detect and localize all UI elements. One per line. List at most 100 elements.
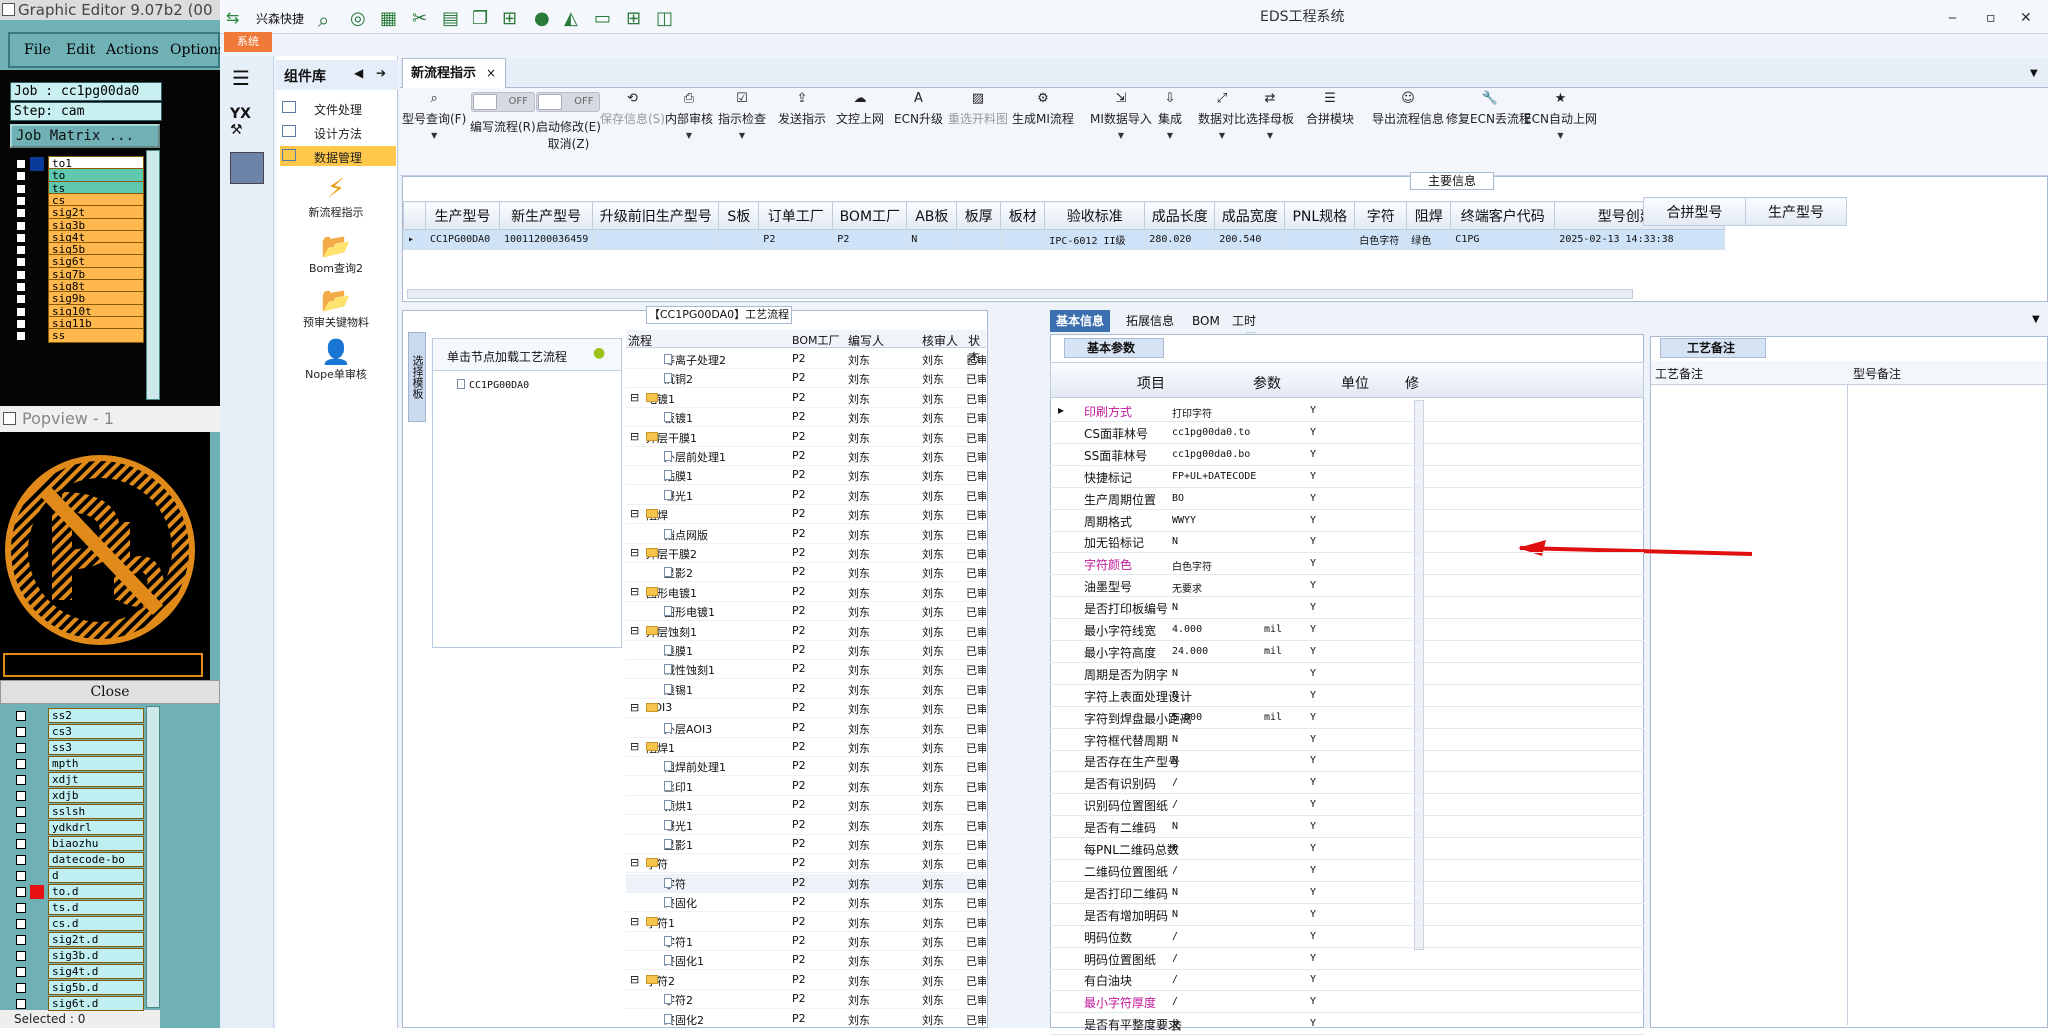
scissors-icon[interactable]: ✂ [412, 8, 434, 29]
flow-row[interactable]: 外层干膜2 ⊟ P2 刘东 刘东 已审核 [626, 544, 986, 563]
layer-checkbox[interactable] [16, 839, 26, 849]
param-row[interactable]: SS面菲林号 cc1pg00da0.bo Y [1050, 444, 1644, 466]
flow-row[interactable]: 退膜1 P2 刘东 刘东 已审核 [626, 641, 986, 660]
layer-row[interactable]: sig4t.d [12, 964, 144, 980]
flow-row[interactable]: 字符1 P2 刘东 刘东 已审核 [626, 932, 986, 951]
toggle-switch[interactable]: OFF [470, 92, 535, 112]
ribbon-btn-10[interactable]: ⚙ 生成MI流程 [1012, 92, 1074, 127]
restore-icon[interactable]: ▫ [1986, 10, 1996, 26]
collapse-icon[interactable]: ⊟ [630, 546, 639, 559]
flow-row[interactable]: 电镀1 ⊟ P2 刘东 刘东 已审核 [626, 389, 986, 408]
layer-checkbox[interactable] [16, 951, 26, 961]
param-row[interactable]: 二维码位置图纸 / Y [1050, 860, 1644, 882]
flow-row[interactable]: 等离子处理2 P2 刘东 刘东 已审核 [626, 350, 986, 369]
comp-item-data[interactable]: 数据管理 [280, 146, 396, 166]
layer-checkbox[interactable] [16, 983, 26, 993]
ribbon-btn-8[interactable]: A ECN升级 [894, 92, 943, 127]
layer-checkbox[interactable] [16, 775, 26, 785]
layer-checkbox[interactable] [16, 887, 26, 897]
param-row[interactable]: 识别码位置图纸 / Y [1050, 794, 1644, 817]
flow-row[interactable]: 预烘1 P2 刘东 刘东 已审核 [626, 796, 986, 816]
hamburger-icon[interactable]: ☰ [232, 68, 258, 88]
param-row[interactable]: 字符颜色 白色字符 Y [1050, 553, 1644, 576]
ribbon-btn-18[interactable]: ★ ECN自动上网 ▼ [1524, 92, 1597, 141]
flow-row[interactable]: 沉铜2 P2 刘东 刘东 已审核 [626, 369, 986, 389]
flow-row[interactable]: 图形电镀1 ⊟ P2 刘东 刘东 已审核 [626, 583, 986, 602]
param-row[interactable]: CS面菲林号 cc1pg00da0.to Y [1050, 422, 1644, 444]
tree-node[interactable]: CC1PG00DA0 [457, 379, 529, 391]
collapse-icon[interactable]: ⊟ [630, 701, 639, 714]
param-row[interactable]: 字符到焊盘最小距离 5.000 mil Y [1050, 707, 1644, 729]
tab-bom[interactable]: BOM [1186, 310, 1226, 332]
flow-row[interactable]: 图形电镀1 P2 刘东 刘东 已审核 [626, 602, 986, 622]
tab-ext-info[interactable]: 拓展信息 [1120, 310, 1180, 332]
ribbon-btn-17[interactable]: 🔧 修复ECN丢流程 [1446, 92, 1531, 127]
layer-checkbox[interactable] [16, 743, 26, 753]
param-row[interactable]: 是否有二维码 N Y [1050, 816, 1644, 839]
layer-checkbox[interactable] [16, 727, 26, 737]
minimize-icon[interactable]: ‒ [1948, 10, 1957, 26]
ribbon-btn-5[interactable]: ☑ 指示检查 ▼ [718, 92, 766, 141]
flow-row[interactable]: 终固化1 P2 刘东 刘东 已审核 [626, 951, 986, 971]
big-item-bom[interactable]: 📂 Bom查询2 [276, 232, 396, 276]
layer-row[interactable]: ss [12, 328, 144, 344]
flow-row[interactable]: 字符2 ⊟ P2 刘东 刘东 已审核 [626, 971, 986, 990]
param-row[interactable]: 字符框代替周期 N Y [1050, 729, 1644, 751]
layer-checkbox[interactable] [16, 711, 26, 721]
basic-tabs-dropdown-icon[interactable]: ▼ [2032, 314, 2040, 325]
layer-row[interactable]: sig5b.d [12, 980, 144, 996]
param-row[interactable]: ▸ 印刷方式 打印字符 Y [1050, 400, 1644, 422]
layer-checkbox[interactable] [16, 759, 26, 769]
layer-row[interactable]: sig6t.d [12, 996, 144, 1012]
layer-row[interactable]: ss3 [12, 740, 144, 756]
chevron-down-icon[interactable]: ▼ [1524, 131, 1597, 140]
param-row[interactable]: 是否打印板编号 N Y [1050, 597, 1644, 620]
layer-checkbox[interactable] [16, 935, 26, 945]
yx-logo-icon[interactable]: YX ⚒ [230, 106, 264, 142]
layer-checkbox[interactable] [16, 967, 26, 977]
param-row[interactable]: 字符上表面处理设计 N Y [1050, 685, 1644, 707]
ribbon-btn-9[interactable]: ▨ 重选开料图 [948, 92, 1008, 127]
system-tab[interactable]: 系统 [224, 32, 272, 52]
big-item-nope[interactable]: 👤 Nope单审核 [276, 338, 396, 382]
layer-row[interactable]: sslsh [12, 804, 144, 820]
window-icon[interactable]: ◫ [656, 8, 678, 29]
param-row[interactable]: 周期是否为阴字 N Y [1050, 663, 1644, 685]
ribbon-btn-14[interactable]: ⇄ 选择母板 ▼ [1246, 92, 1294, 141]
template-vertical-tab[interactable]: 选择模板 [408, 332, 426, 422]
collapse-icon[interactable]: ⊟ [630, 624, 639, 637]
film-icon[interactable]: ▤ [442, 8, 464, 29]
param-row[interactable]: 每PNL二维码总数 0 Y [1050, 838, 1644, 860]
param-row[interactable]: 是否存在生产型号 N Y [1050, 750, 1644, 773]
layer-checkbox[interactable] [16, 331, 26, 342]
param-row[interactable]: 油墨型号 无要求 Y [1050, 575, 1644, 598]
ribbon-btn-0[interactable]: ⌕ 型号查询(F) ▼ [402, 92, 466, 141]
param-row[interactable]: 加无铅标记 N Y [1050, 531, 1644, 554]
layer-row[interactable]: sig3b.d [12, 948, 144, 964]
ribbon-btn-6[interactable]: ⇪ 发送指示 [778, 92, 826, 127]
chevron-down-icon[interactable]: ▼ [1246, 131, 1294, 140]
flow-row[interactable]: AOI3 ⊟ P2 刘东 刘东 已审核 [626, 699, 986, 719]
layer-checkbox[interactable] [16, 999, 26, 1009]
comp-item-file[interactable]: 文件处理 [280, 98, 396, 118]
ribbon-btn-1[interactable]: OFF 编写流程(R) [470, 92, 536, 135]
ribbon-btn-15[interactable]: ☰ 合拼模块 [1306, 92, 1354, 127]
main-hscrollbar[interactable] [407, 289, 1633, 299]
menu-actions[interactable]: Actions [106, 42, 159, 58]
popview-close-button[interactable]: Close [0, 680, 220, 704]
collapse-icon[interactable]: ⊟ [630, 973, 639, 986]
job-matrix-button[interactable]: Job Matrix ... [10, 124, 160, 148]
flow-row[interactable]: 贴膜1 P2 刘东 刘东 已审核 [626, 466, 986, 486]
flow-row[interactable]: 字符1 ⊟ P2 刘东 刘东 已审核 [626, 913, 986, 932]
flow-row[interactable]: 板镀1 P2 刘东 刘东 已审核 [626, 408, 986, 428]
tabbar-dropdown-icon[interactable]: ▼ [2030, 68, 2038, 79]
collapse-icon[interactable]: ⊟ [630, 915, 639, 928]
table-icon[interactable]: ▦ [380, 8, 402, 29]
chevron-down-icon[interactable]: ▼ [665, 131, 713, 140]
user-icon[interactable]: ● [534, 8, 556, 29]
flow-row[interactable]: 外层蚀刻1 ⊟ P2 刘东 刘东 已审核 [626, 622, 986, 641]
param-row[interactable]: 生产周期位置 BO Y [1050, 488, 1644, 510]
ribbon-btn-11[interactable]: ⇲ MI数据导入 ▼ [1090, 92, 1152, 141]
chevron-down-icon[interactable]: ▼ [718, 131, 766, 140]
layer-row[interactable]: cs3 [12, 724, 144, 740]
